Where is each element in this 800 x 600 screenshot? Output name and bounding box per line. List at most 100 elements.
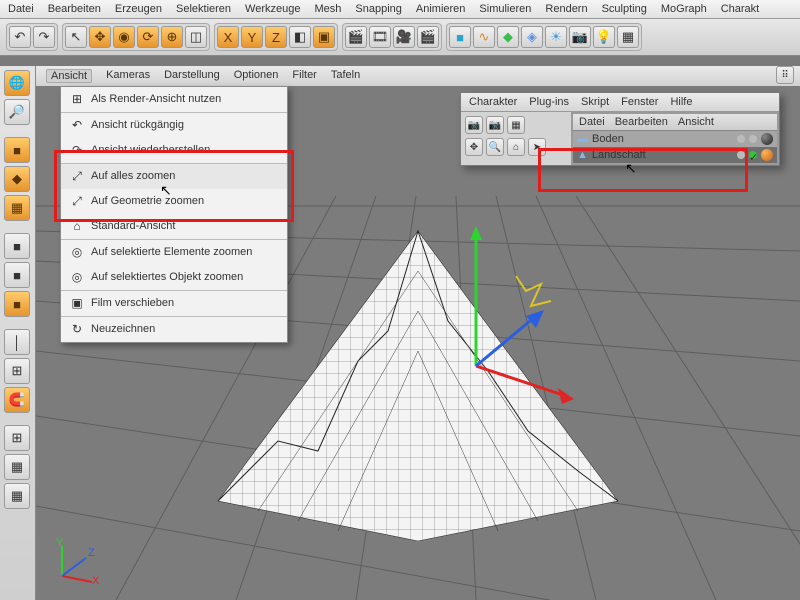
- coord-system-button[interactable]: ◧: [289, 26, 311, 48]
- object-row-boden[interactable]: ▬ Boden: [573, 131, 777, 147]
- dropdown-item-9[interactable]: ↻Neuzeichnen: [61, 316, 287, 342]
- environment-button[interactable]: ☀: [545, 26, 567, 48]
- menu-werkzeuge[interactable]: Werkzeuge: [245, 3, 300, 15]
- menu-mograph[interactable]: MoGraph: [661, 3, 707, 15]
- menu-datei[interactable]: Datei: [8, 3, 34, 15]
- vp-menu-kameras[interactable]: Kameras: [106, 69, 150, 83]
- snap-button[interactable]: 🧲: [4, 387, 30, 413]
- axis-corner-indicator: Y X Z: [52, 538, 100, 586]
- light-button[interactable]: 💡: [593, 26, 615, 48]
- dropdown-item-3[interactable]: ⤢Auf alles zoomen: [61, 163, 287, 189]
- cube-icon[interactable]: ▣: [313, 26, 335, 48]
- dropdown-item-8[interactable]: ▣Film verschieben: [61, 290, 287, 316]
- dropdown-item-4[interactable]: ⤢Auf Geometrie zoomen: [61, 189, 287, 214]
- vp-menu-optionen[interactable]: Optionen: [234, 69, 279, 83]
- object-manager-panel[interactable]: Charakter Plug-ins Skript Fenster Hilfe …: [460, 92, 780, 166]
- lock-y-button[interactable]: Y: [241, 26, 263, 48]
- om-menu-charakter[interactable]: Charakter: [469, 96, 517, 108]
- model-mode-button[interactable]: ■: [4, 137, 30, 163]
- om-display-icon[interactable]: ▦: [507, 116, 525, 134]
- menu-bearbeiten[interactable]: Bearbeiten: [48, 3, 101, 15]
- menu-erzeugen[interactable]: Erzeugen: [115, 3, 162, 15]
- om-home-icon[interactable]: ⌂: [507, 138, 525, 156]
- om-header-bearbeiten[interactable]: Bearbeiten: [615, 116, 668, 128]
- main-toolbar: ↶ ↷ ↖ ✥ ◉ ⟳ ⊕ ◫ X Y Z ◧ ▣ 🎬 🎞 🎥 🎬 ■ ∿ ◆ …: [0, 19, 800, 56]
- om-cam-icon[interactable]: 📷: [465, 116, 483, 134]
- select-tool[interactable]: ↖: [65, 26, 87, 48]
- om-menu-plugins[interactable]: Plug-ins: [529, 96, 569, 108]
- menu-mesh[interactable]: Mesh: [314, 3, 341, 15]
- menu-item-icon: ◎: [69, 269, 85, 285]
- menu-selektieren[interactable]: Selektieren: [176, 3, 231, 15]
- lock-z-button[interactable]: Z: [265, 26, 287, 48]
- menu-charakter[interactable]: Charakt: [721, 3, 760, 15]
- visibility-editor-dot[interactable]: [737, 151, 745, 159]
- menu-item-icon: ↻: [69, 321, 85, 337]
- dropdown-item-0[interactable]: ⊞Als Render-Ansicht nutzen: [61, 87, 287, 112]
- vp-menu-filter[interactable]: Filter: [292, 69, 316, 83]
- render-region-button[interactable]: 🎞: [369, 26, 391, 48]
- scale-tool[interactable]: ⊕: [161, 26, 183, 48]
- recent-tool[interactable]: ◫: [185, 26, 207, 48]
- om-move-icon[interactable]: ✥: [465, 138, 483, 156]
- menu-animieren[interactable]: Animieren: [416, 3, 466, 15]
- vp-menu-tafeln[interactable]: Tafeln: [331, 69, 360, 83]
- om-arrow-icon[interactable]: ➤: [528, 138, 546, 156]
- move-tool[interactable]: ✥: [89, 26, 111, 48]
- om-menu-fenster[interactable]: Fenster: [621, 96, 658, 108]
- material-slot-icon[interactable]: [761, 149, 773, 161]
- deformer-button[interactable]: ◈: [521, 26, 543, 48]
- vp-menu-ansicht[interactable]: Ansicht: [46, 69, 92, 83]
- viewport-solo-button[interactable]: ⊞: [4, 358, 30, 384]
- menu-item-icon: ⊞: [69, 91, 85, 107]
- om-header-datei[interactable]: Datei: [579, 116, 605, 128]
- polygon-mode-button[interactable]: ■: [4, 291, 30, 317]
- vp-menu-darstellung[interactable]: Darstellung: [164, 69, 220, 83]
- visibility-render-dot[interactable]: ✓: [749, 151, 757, 159]
- dropdown-item-1[interactable]: ↶Ansicht rückgängig: [61, 112, 287, 138]
- redo-button[interactable]: ↷: [33, 26, 55, 48]
- menu-rendern[interactable]: Rendern: [545, 3, 587, 15]
- vp-config-icon[interactable]: ⠿: [776, 66, 794, 84]
- menu-sculpting[interactable]: Sculpting: [602, 3, 647, 15]
- om-search-icon[interactable]: 🔍: [486, 138, 504, 156]
- undo-button[interactable]: ↶: [9, 26, 31, 48]
- scene-button[interactable]: ▦: [617, 26, 639, 48]
- search-button[interactable]: 🔎: [4, 99, 30, 125]
- nurbs-button[interactable]: ◆: [497, 26, 519, 48]
- render-settings-button[interactable]: 🎥: [393, 26, 415, 48]
- object-row-landschaft[interactable]: ▲ Landschaft ✓: [573, 147, 777, 163]
- om-cam2-icon[interactable]: 📷: [486, 116, 504, 134]
- dropdown-item-7[interactable]: ◎Auf selektiertes Objekt zoomen: [61, 265, 287, 290]
- visibility-render-dot[interactable]: [749, 135, 757, 143]
- menu-snapping[interactable]: Snapping: [355, 3, 402, 15]
- menu-simulieren[interactable]: Simulieren: [479, 3, 531, 15]
- point-mode-button[interactable]: ■: [4, 233, 30, 259]
- make-editable-button[interactable]: 🌐: [4, 70, 30, 96]
- dropdown-item-5[interactable]: ⌂Standard-Ansicht: [61, 214, 287, 239]
- axis-button[interactable]: │: [4, 329, 30, 355]
- locked-workplane-button[interactable]: ▦: [4, 454, 30, 480]
- primitive-button[interactable]: ■: [449, 26, 471, 48]
- texture-mode-button[interactable]: ◆: [4, 166, 30, 192]
- edge-mode-button[interactable]: ■: [4, 262, 30, 288]
- om-menu-skript[interactable]: Skript: [581, 96, 609, 108]
- workplane-button[interactable]: ⊞: [4, 425, 30, 451]
- live-selection-tool[interactable]: ◉: [113, 26, 135, 48]
- object-manager-toolbar: 📷 📷 ▦ ✥ 🔍 ⌂ ➤: [461, 112, 571, 165]
- object-manager-menu: Charakter Plug-ins Skript Fenster Hilfe: [461, 93, 779, 112]
- lock-x-button[interactable]: X: [217, 26, 239, 48]
- camera-button[interactable]: 📷: [569, 26, 591, 48]
- planar-workplane-button[interactable]: ▦: [4, 483, 30, 509]
- material-slot-icon[interactable]: [761, 133, 773, 145]
- axis-gizmo[interactable]: [416, 216, 576, 416]
- render-queue-button[interactable]: 🎬: [417, 26, 439, 48]
- visibility-editor-dot[interactable]: [737, 135, 745, 143]
- rotate-tool[interactable]: ⟳: [137, 26, 159, 48]
- axis-lock-group: X Y Z ◧ ▣: [214, 23, 338, 51]
- render-view-button[interactable]: 🎬: [345, 26, 367, 48]
- om-menu-hilfe[interactable]: Hilfe: [670, 96, 692, 108]
- spline-button[interactable]: ∿: [473, 26, 495, 48]
- workplane-mode-button[interactable]: ▦: [4, 195, 30, 221]
- om-header-ansicht[interactable]: Ansicht: [678, 116, 714, 128]
